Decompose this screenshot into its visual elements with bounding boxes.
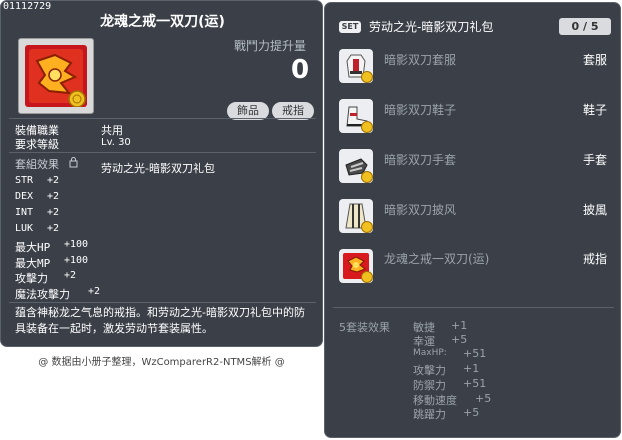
effect-value: +51 — [463, 377, 487, 390]
job-value: 共用 — [101, 124, 123, 137]
stat-name: STR — [15, 175, 34, 186]
stat-value: +100 — [64, 255, 89, 266]
stat-name: 攻擊力 — [15, 272, 48, 285]
set-piece-name: 暗影双刀套服 — [384, 53, 457, 67]
stat-name: LUK — [15, 223, 34, 234]
set-piece-slot: 手套 — [582, 153, 607, 167]
effect-name: 防禦力 — [413, 379, 446, 392]
coin-icon — [361, 121, 373, 133]
shoes-icon — [339, 99, 373, 133]
stat-value: +100 — [64, 239, 89, 250]
coin-icon — [361, 271, 373, 283]
item-tooltip: 01112729 龙魂之戒一双刀(运) 戰鬥力提升量 0 飾品 戒指 裝備職業 … — [0, 0, 323, 347]
level-value: Lv. 30 — [101, 137, 131, 148]
set-piece-name: 暗影双刀手套 — [384, 153, 457, 167]
stat-value: +2 — [64, 270, 77, 281]
gloves-icon — [339, 149, 373, 183]
set-effect-count-label: 5套装效果 — [339, 321, 390, 334]
divider — [9, 152, 316, 153]
stat-name: 最大HP — [15, 241, 51, 254]
set-piece-slot: 鞋子 — [582, 103, 607, 117]
effect-value: +1 — [463, 362, 480, 375]
coin-icon — [361, 71, 373, 83]
stat-value: +2 — [47, 223, 60, 234]
set-piece-name: 暗影双刀鞋子 — [384, 103, 457, 117]
set-name: 劳动之光-暗影双刀礼包 — [101, 162, 215, 175]
divider — [9, 118, 316, 119]
effect-name: 幸運 — [413, 335, 435, 348]
stat-value: +2 — [47, 207, 60, 218]
divider — [9, 302, 316, 303]
set-panel: SET 劳动之光-暗影双刀礼包 0 / 5 暗影双刀套服 套服 暗影双刀鞋子 鞋… — [324, 2, 621, 438]
dragon-ring-icon — [25, 45, 87, 107]
effect-value: +5 — [463, 406, 480, 419]
set-piece-slot: 戒指 — [582, 252, 607, 266]
divider — [333, 307, 614, 308]
stat-value: +2 — [47, 191, 60, 202]
cape-icon — [339, 199, 373, 233]
stat-name: 魔法攻擊力 — [15, 288, 70, 301]
set-badge: SET — [339, 21, 361, 33]
effect-value: +51 — [463, 347, 487, 360]
level-label: 要求等級 — [15, 138, 59, 151]
set-piece-slot: 套服 — [582, 53, 607, 67]
power-label: 戰鬥力提升量 — [234, 39, 307, 53]
item-title: 龙魂之戒一双刀(运) — [100, 14, 225, 30]
set-effect-label: 套組效果 — [15, 158, 59, 171]
set-piece-name: 龙魂之戒一双刀(运) — [384, 252, 490, 266]
coin-icon — [361, 171, 373, 183]
lock-icon — [69, 157, 78, 168]
effect-name: MaxHP: — [413, 348, 447, 358]
set-title: 劳动之光-暗影双刀礼包 — [369, 20, 494, 34]
stat-name: DEX — [15, 191, 34, 202]
stat-name: INT — [15, 207, 34, 218]
effect-name: 跳躍力 — [413, 408, 446, 421]
effect-name: 攻擊力 — [413, 364, 446, 377]
effect-value: +5 — [475, 392, 492, 405]
effect-value: +5 — [451, 333, 468, 346]
coin-icon — [361, 221, 373, 233]
item-icon-frame — [18, 38, 94, 114]
set-count: 0 / 5 — [559, 18, 611, 35]
item-description: 蕴含神秘龙之气息的戒指。和劳动之光-暗影双刀礼包中的防具装备在一起时，激发劳动节… — [15, 306, 305, 335]
outfit-icon — [339, 49, 373, 83]
ring-icon — [339, 249, 373, 283]
stat-value: +2 — [88, 286, 101, 297]
footer-credit: @ 数据由小册子整理，WzComparerR2-NTMS解析 @ — [38, 357, 285, 368]
set-piece-name: 暗影双刀披风 — [384, 203, 457, 217]
power-value: 0 — [291, 55, 310, 85]
stat-value: +2 — [47, 175, 60, 186]
effect-value: +1 — [451, 319, 468, 332]
stat-name: 最大MP — [15, 257, 51, 270]
set-piece-slot: 披風 — [582, 203, 607, 217]
